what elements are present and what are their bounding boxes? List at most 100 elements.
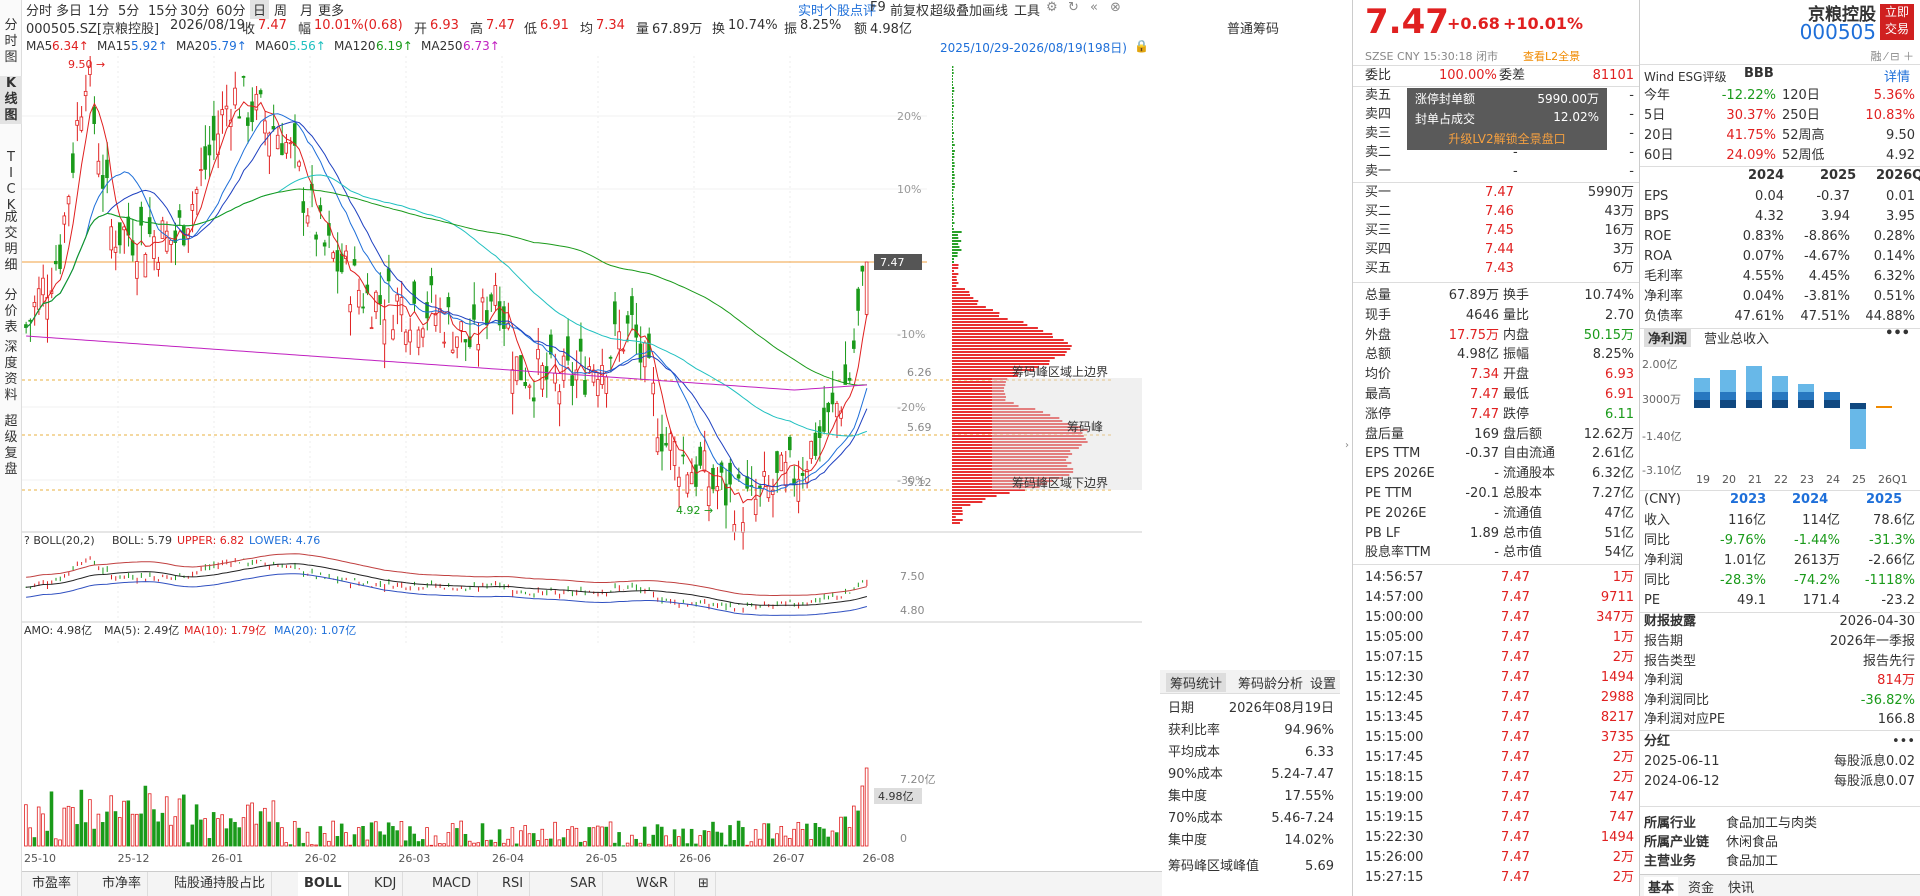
indicator-tab[interactable]: 陆股通持股占比 (168, 872, 272, 896)
amo-bar (114, 812, 117, 846)
indicator-tab[interactable]: BOLL (298, 872, 349, 896)
panel-tab[interactable]: 基本 (1644, 877, 1678, 896)
bar-tab-netprofit[interactable]: 净利润 (1644, 328, 1691, 347)
candle (677, 477, 680, 486)
panel-tab[interactable]: 资金 (1684, 877, 1718, 896)
indicator-tab[interactable]: KDJ (368, 872, 403, 896)
candle (114, 247, 117, 252)
amo-bar (669, 845, 672, 846)
tick-price: 7.47 (1501, 708, 1530, 728)
left-nav-item[interactable]: 超级复盘 (0, 414, 22, 478)
period-tab[interactable]: 日 (250, 0, 269, 19)
scroll-handle[interactable]: › (1345, 440, 1349, 451)
chip-mode-label[interactable]: 普通筹码 (1227, 18, 1279, 37)
esg-detail-link[interactable]: 详情 (1884, 66, 1910, 85)
trade-button[interactable]: 立即交易 (1880, 4, 1914, 40)
amo-bar (328, 841, 331, 846)
period-tab[interactable]: 更多 (318, 0, 344, 19)
stat-row: 外盘 17.75万 内盘 50.15万 (1353, 326, 1640, 345)
candle (618, 332, 621, 349)
amo-bar (601, 827, 604, 846)
stock-comment-link[interactable]: 实时个股点评 (798, 0, 876, 19)
chip-bar (952, 285, 956, 287)
left-nav-item[interactable]: K线图 (0, 76, 22, 124)
indicator-tab[interactable]: W&R (630, 872, 675, 896)
pct-tick: -20% (897, 401, 925, 414)
chip-bar (952, 240, 961, 242)
amo-bar (788, 838, 791, 846)
chip-tab[interactable]: 筹码统计 (1166, 673, 1226, 692)
candle (558, 392, 561, 404)
draw-button[interactable]: 画线 (982, 0, 1008, 19)
kline-chart[interactable]: 20%10%-10%-20%-30%6.265.695.127.47筹码峰区域上… (22, 56, 1142, 646)
chip-bar (952, 270, 954, 272)
period-tab[interactable]: 5分 (118, 0, 139, 19)
left-nav-item[interactable]: 分价表 (0, 288, 22, 336)
return-label: 5日 (1644, 106, 1665, 126)
left-nav-item[interactable]: TICK (0, 150, 22, 214)
chip-bar (952, 375, 1018, 377)
l2-link[interactable]: 查看L2全景 (1523, 48, 1580, 64)
x-tick: 25-12 (118, 852, 150, 865)
candle (191, 204, 194, 210)
f9-button[interactable]: F9 (870, 0, 886, 15)
indicator-tab[interactable]: 市净率 (96, 872, 148, 896)
buy-row: 买五 7.43 6万 (1353, 259, 1640, 279)
buy-label: 买二 (1365, 202, 1391, 222)
fin-v3: 44.88% (1865, 307, 1915, 327)
period-tab[interactable]: 30分 (180, 0, 210, 19)
indicator-tab[interactable]: RSI (496, 872, 530, 896)
refresh-icon[interactable]: ↻ (1068, 0, 1079, 15)
chip-tab[interactable]: 筹码龄分析 (1238, 673, 1303, 692)
l2-unlock-link[interactable]: 升级LV2解锁全景盘口 (1407, 130, 1607, 147)
netprofit-bar-chart: 2.00亿3000万-1.40亿-3.10亿19 20 21 22 23 24 25 26Q1 (1640, 348, 1920, 488)
fin-row: 负债率 47.61% 47.51% 44.88% (1640, 307, 1920, 327)
left-nav-item[interactable]: 成交明细 (0, 210, 22, 274)
open-label: 开 (414, 18, 427, 37)
more-icon[interactable]: ••• (1885, 326, 1910, 341)
overlay-button[interactable]: 超级叠加 (930, 0, 982, 19)
indicator-tab[interactable]: 市盈率 (26, 872, 78, 896)
amo-bar (524, 826, 527, 846)
panel-tools[interactable]: 融 ⁄ ⊟ ＋ (1870, 48, 1914, 64)
bar-tab-revenue[interactable]: 营业总收入 (1704, 328, 1769, 347)
indicator-tab[interactable]: SAR (564, 872, 603, 896)
chip-stat-value: 94.96% (1284, 720, 1334, 742)
div-title: 分红 (1644, 732, 1670, 752)
lock-icon[interactable]: 🔒 (1134, 39, 1149, 53)
period-tab[interactable]: 60分 (216, 0, 246, 19)
candle (67, 197, 70, 204)
period-tab[interactable]: 15分 (148, 0, 178, 19)
indicator-tab[interactable]: MACD (426, 872, 478, 896)
stat-row: 总额 4.98亿 振幅 8.25% (1353, 345, 1640, 364)
chip-tab[interactable]: 设置 (1310, 673, 1336, 692)
fin-label: ROE (1644, 227, 1671, 247)
bar-segment (1850, 409, 1866, 449)
fin-v2: -4.67% (1790, 247, 1850, 267)
tools-button[interactable]: 工具 (1014, 0, 1040, 19)
tick-row: 15:26:00 7.47 2万 (1353, 848, 1640, 868)
tick-price: 7.47 (1501, 688, 1530, 708)
period-tab[interactable]: 周 (274, 0, 287, 19)
date-range[interactable]: 2025/10/29-2026/08/19(198日) (940, 39, 1127, 56)
left-nav-item[interactable]: 深度资料 (0, 340, 22, 404)
sell-vol: - (1629, 86, 1634, 106)
fuquan-button[interactable]: 前复权 (890, 0, 929, 19)
period-tab[interactable]: 分时 (26, 0, 52, 19)
add-tab-icon[interactable]: ⊞ (692, 872, 716, 896)
period-tab[interactable]: 1分 (88, 0, 109, 19)
left-nav-item[interactable]: 分时图 (0, 18, 22, 66)
panel-tab[interactable]: 快讯 (1724, 877, 1758, 896)
close-icon[interactable]: ⊗ (1110, 0, 1121, 15)
cny-v1: -9.76% (1706, 531, 1766, 551)
chip-bar (952, 330, 1043, 332)
collapse-icon[interactable]: « (1090, 0, 1098, 15)
period-tab[interactable]: 月 (300, 0, 313, 19)
cny-row: 同比 -28.3% -74.2% -1118% (1640, 571, 1920, 591)
fin-v1: 47.61% (1720, 307, 1784, 327)
more-icon[interactable]: ••• (1892, 732, 1915, 752)
sell-label: 卖三 (1365, 124, 1391, 144)
amo-bar (374, 822, 377, 846)
gear-icon[interactable]: ⚙ (1046, 0, 1058, 15)
period-tab[interactable]: 多日 (56, 0, 82, 19)
